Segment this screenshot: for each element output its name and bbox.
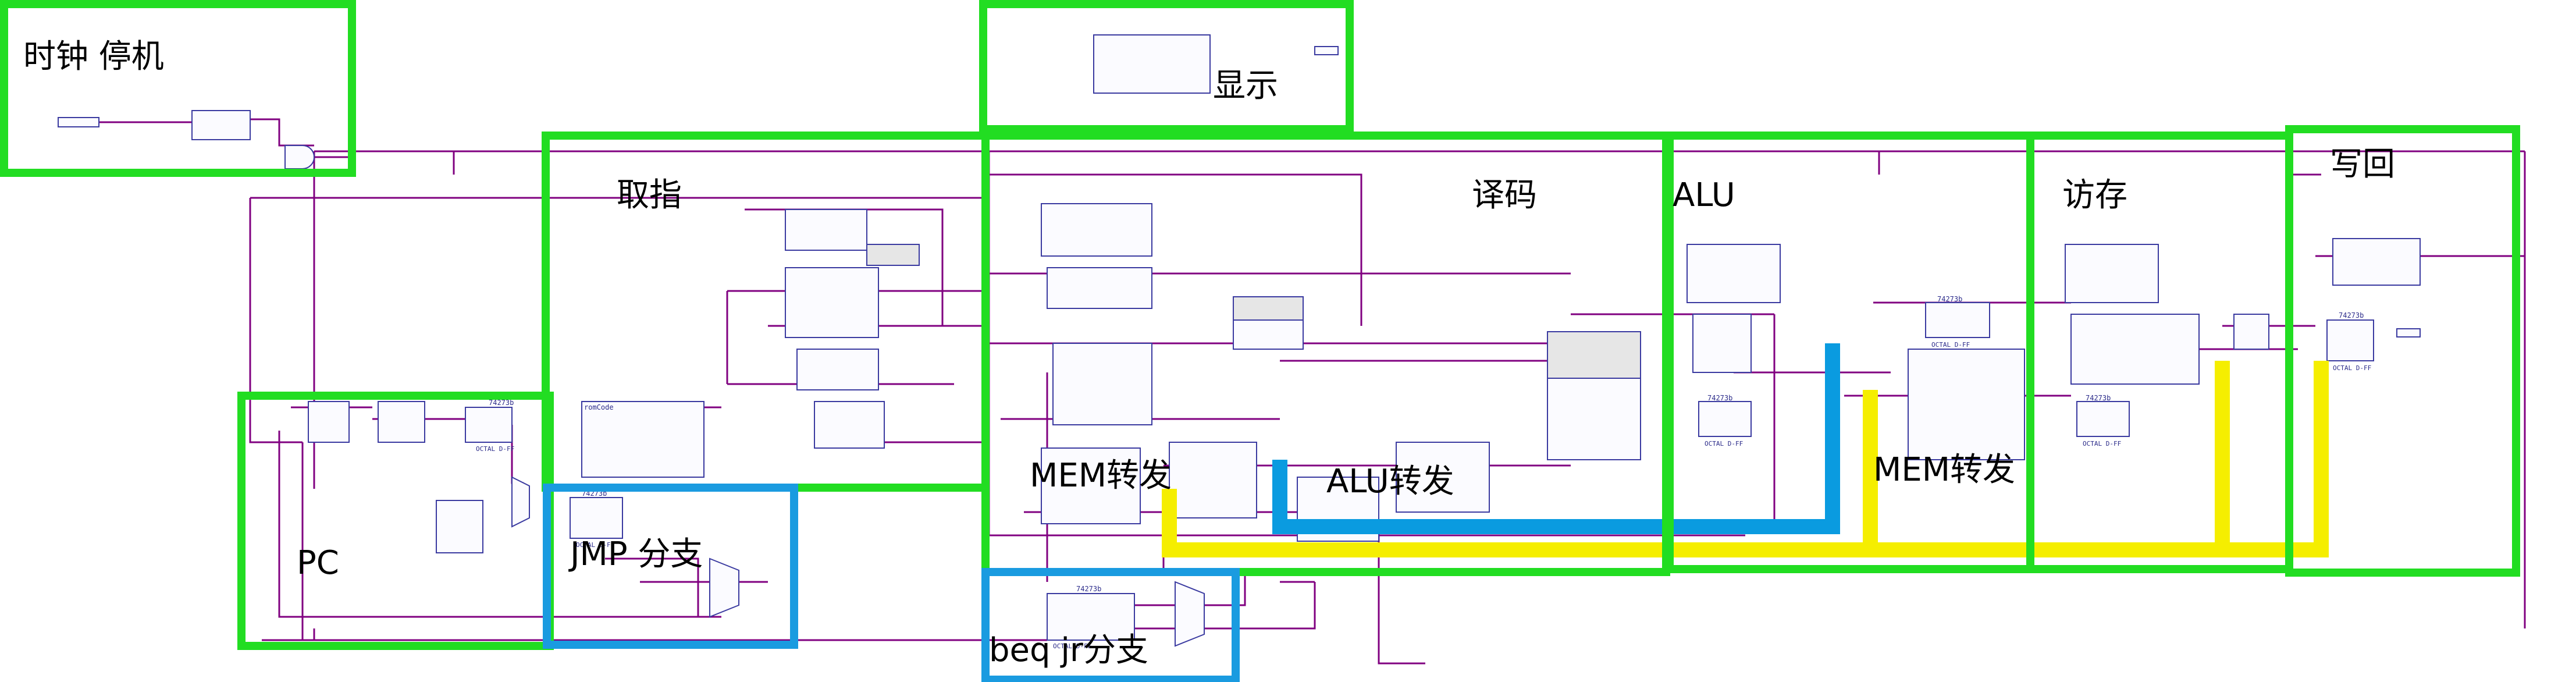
rgb-output-pin [1314, 46, 1339, 55]
wb-dff-label: OCTAL D-FF [2333, 364, 2371, 372]
pc-label: PC [297, 544, 339, 582]
mem-output-block [2233, 314, 2269, 350]
pc-mux-block [308, 401, 350, 443]
wb-output-pin [2396, 328, 2421, 338]
decode-ir-register [1041, 203, 1152, 257]
pc-reg-label: 74273b [489, 399, 514, 407]
alu-res-label: 74273b [1937, 295, 1962, 303]
rom-code-block [581, 401, 705, 478]
display-label: 显示 [1213, 67, 1278, 105]
display-block [1093, 34, 1211, 94]
rom-label: romCode [584, 403, 614, 411]
alu-dff-label: OCTAL D-FF [1705, 440, 1743, 447]
alu-label: ALU [1673, 176, 1735, 214]
alu-unit [1908, 349, 2025, 460]
alu-res-dff-label: OCTAL D-FF [1931, 341, 1970, 349]
param-table-2 [1233, 296, 1304, 321]
mem-forward-label-1: MEM转发 [1030, 457, 1172, 495]
pc-constant-block [436, 500, 483, 553]
fetch-splitter-block [785, 209, 867, 251]
param-table-3 [1547, 331, 1641, 379]
fetch-const-block [814, 401, 885, 449]
jmp-branch-label: JMP 分支 [570, 535, 703, 573]
beq-jr-branch-label: beq jr分支 [989, 631, 1148, 669]
fetch-decoder-block [785, 267, 879, 338]
mem-ex-mem-register [2065, 244, 2159, 303]
param-table-1 [866, 244, 920, 266]
pc-mux [511, 476, 530, 528]
alu-reg-label: 74273b [1707, 394, 1732, 402]
fetch-adder-block [796, 349, 879, 390]
writeback-label: 写回 [2330, 145, 2395, 183]
jmp-register-74273 [570, 497, 623, 539]
alu-register-74273 [1698, 401, 1752, 437]
clock-halt-label: 时钟 停机 [23, 38, 164, 76]
writeback-forward-path-yellow [2222, 361, 2329, 557]
decode-label: 译码 [1472, 176, 1537, 214]
data-ram [2070, 314, 2200, 385]
decode-splitter [1047, 267, 1152, 309]
fetch-label: 取指 [617, 176, 682, 214]
clock-input-pin [58, 117, 99, 127]
decode-mux-2 [1169, 442, 1257, 518]
register-file [1052, 343, 1152, 425]
mem-dff-label: OCTAL D-FF [2083, 440, 2121, 447]
beq-reg-label: 74273b [1076, 585, 1101, 593]
mem-forward-label-2: MEM转发 [1873, 451, 2016, 489]
pc-register-74273 [465, 407, 513, 443]
wb-register-74273 [2326, 319, 2374, 361]
wb-mem-wb-register [2332, 238, 2421, 286]
alu-result-register [1925, 302, 1990, 338]
alu-forward-label: ALU转发 [1326, 463, 1454, 500]
and-gate [284, 145, 315, 169]
pc-dff-label: OCTAL D-FF [476, 445, 514, 453]
mem-register-74273 [2076, 401, 2130, 437]
pipeline-schematic: romCode 74273b OCTAL D-FF 74273b OCTAL D… [0, 0, 2526, 682]
pc-adder-block [378, 401, 425, 443]
jmp-mux [709, 557, 739, 618]
mem-access-label: 访存 [2062, 176, 2127, 214]
alu-operand-mux [1692, 314, 1752, 373]
clock-divider-block [191, 110, 251, 140]
beq-mux [1175, 581, 1205, 647]
wire-layer [70, 118, 2526, 665]
mem-reg-label: 74273b [2086, 394, 2111, 402]
alu-id-ex-register [1687, 244, 1781, 303]
wb-reg-label: 74273b [2339, 311, 2364, 319]
